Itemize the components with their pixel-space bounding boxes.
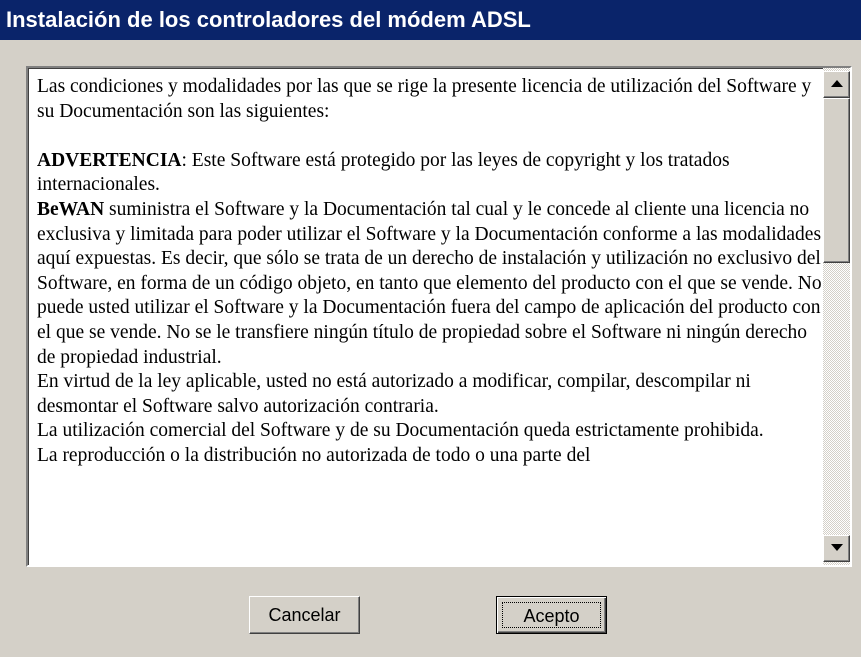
license-text: Las condiciones y modalidades por las qu…	[37, 75, 822, 469]
scroll-up-button[interactable]	[823, 71, 850, 98]
license-commercial: La utilización comercial del Software y …	[37, 420, 764, 442]
accept-button[interactable]: Acepto	[496, 596, 607, 634]
license-grant: BeWAN suministra el Software y la Docume…	[37, 198, 822, 370]
warning-label: ADVERTENCIA	[37, 149, 182, 171]
license-text-area[interactable]: Las condiciones y modalidades por las qu…	[26, 66, 852, 567]
license-dialog: Instalación de los controladores del mód…	[0, 0, 861, 657]
cancel-button[interactable]: Cancelar	[249, 596, 360, 634]
license-reproduction: La reproducción o la distribución no aut…	[37, 444, 591, 466]
scroll-down-button[interactable]	[823, 535, 850, 562]
grant-text: suministra el Software y la Documentació…	[37, 198, 822, 368]
accept-button-label: Acepto	[502, 602, 601, 628]
license-intro: Las condiciones y modalidades por las qu…	[37, 76, 812, 122]
arrow-down-icon	[831, 544, 843, 551]
scroll-thumb[interactable]	[823, 98, 850, 263]
company-name: BeWAN	[37, 198, 105, 220]
license-law: En virtud de la ley aplicable, usted no …	[37, 371, 751, 417]
license-warning: ADVERTENCIA: Este Software está protegid…	[37, 149, 822, 198]
arrow-up-icon	[831, 80, 843, 87]
dialog-title: Instalación de los controladores del mód…	[0, 0, 861, 40]
vertical-scrollbar[interactable]	[823, 68, 850, 565]
